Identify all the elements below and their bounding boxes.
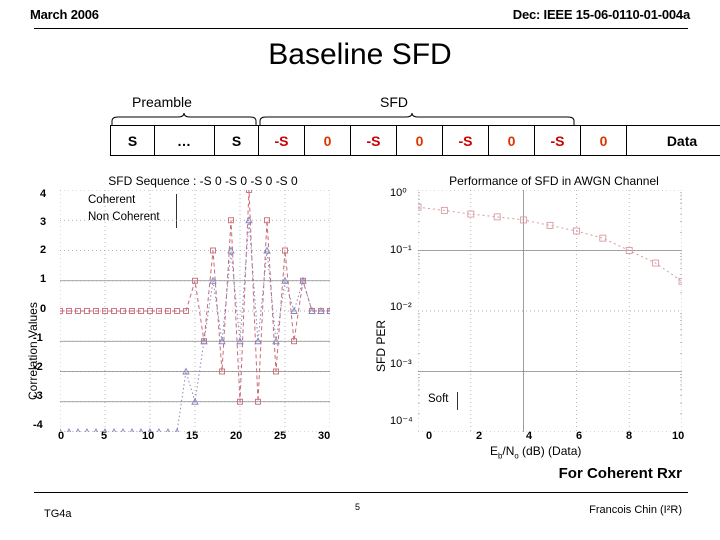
chart-right-ytick-1em1: 10⁻¹ (390, 244, 412, 256)
chart-left-y-axis-label: Correlation Values (26, 302, 40, 400)
chart-left-ytick-m2: -2 (33, 361, 43, 373)
frame-cell-sfd-zero2: 0 (397, 126, 443, 155)
footer-group-name: TG4a (44, 508, 72, 520)
chart-right-ytick-1em3: 10⁻³ (390, 358, 412, 370)
chart-left-ytick-3: 3 (40, 216, 47, 228)
slide-header: March 2006 Dec: IEEE 15-06-0110-01-004a (0, 0, 720, 32)
frame-cell-sfd-ns1: -S (259, 126, 305, 155)
chart-right-plot-area (418, 190, 682, 432)
x-axis-label-suffix: (dB) (Data) (518, 444, 582, 458)
preamble-brace-label: Preamble (132, 94, 192, 110)
chart-left-ytick-m4: -4 (33, 419, 43, 431)
chart-right-y-axis-label: SFD PER (374, 319, 388, 372)
header-document-number: Dec: IEEE 15-06-0110-01-004a (512, 7, 690, 22)
chart-left-ytick-0: 0 (40, 303, 47, 315)
frame-format-diagram: Preamble SFD S … S -S 0 -S 0 -S 0 -S 0 D… (110, 94, 720, 157)
chart-left-ytick-4: 4 (40, 188, 47, 200)
frame-cell-preamble-s2: S (215, 126, 259, 155)
sfd-brace-label: SFD (380, 94, 408, 110)
chart-left-ytick-2: 2 (40, 244, 47, 256)
frame-cell-sfd-ns3: -S (443, 126, 489, 155)
chart-right-x-axis-label: Eb/No (dB) (Data) (490, 444, 582, 461)
chart-right-title: Performance of SFD in AWGN Channel (449, 174, 659, 188)
frame-cell-data: Data (666, 132, 698, 149)
header-date: March 2006 (30, 7, 99, 22)
frame-cells-row: S … S -S 0 -S 0 -S 0 -S 0 Data (110, 125, 720, 156)
chart-sfd-per-awgn: Performance of SFD in AWGN Channel SFD P… (372, 172, 712, 461)
footer-author: Francois Chin (I²R) (589, 504, 682, 516)
chart-left-ytick-m1: -1 (33, 332, 43, 344)
frame-cell-preamble-s1: S (111, 126, 155, 155)
charts-band: SFD Sequence : -S 0 -S 0 -S 0 -S 0 Corre… (0, 172, 720, 461)
chart-right-ytick-1em4: 10⁻⁴ (390, 415, 413, 427)
frame-cell-sfd-zero3: 0 (489, 126, 535, 155)
header-divider (34, 28, 688, 29)
for-coherent-rxr-note: For Coherent Rxr (558, 465, 682, 482)
footer-page-number: 5 (355, 502, 361, 512)
chart-left-ytick-m3: -3 (33, 390, 43, 402)
chart-right-ytick-1em2: 10⁻² (390, 301, 412, 313)
x-axis-label-num-sub: b (498, 451, 503, 461)
chart-left-plot-area (60, 190, 330, 432)
frame-cell-sfd-ns4: -S (535, 126, 581, 155)
page-title: Baseline SFD (268, 38, 452, 71)
chart-left-ytick-1: 1 (40, 273, 47, 285)
frame-cell-sfd-zero1: 0 (305, 126, 351, 155)
frame-cell-sfd-zero4: 0 (581, 126, 627, 155)
chart-left-title: SFD Sequence : -S 0 -S 0 -S 0 -S 0 (108, 174, 298, 188)
footer-divider (34, 492, 688, 493)
frame-cell-sfd-ns2: -S (351, 126, 397, 155)
chart-correlation-values: SFD Sequence : -S 0 -S 0 -S 0 -S 0 Corre… (18, 172, 368, 457)
chart-right-ytick-1e0: 10⁰ (390, 187, 407, 199)
frame-cell-preamble-dots: … (155, 126, 215, 155)
x-axis-label-num: E (490, 444, 499, 458)
